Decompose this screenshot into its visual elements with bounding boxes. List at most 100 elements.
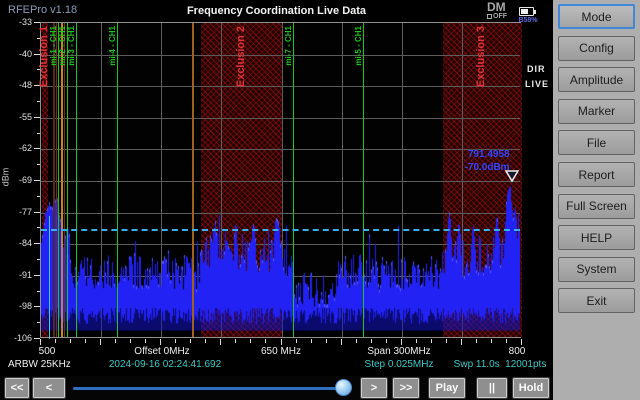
y-tick-label: -48 [4, 80, 32, 90]
y-tick-label: -98 [4, 301, 32, 311]
y-tick-minor [37, 101, 40, 102]
pause-button[interactable]: || [477, 378, 507, 398]
sidebar-button-exit[interactable]: Exit [558, 288, 635, 313]
play-button[interactable]: Play [429, 378, 465, 398]
x-tick-mark [371, 339, 372, 343]
x-tick-mark [386, 339, 387, 343]
transport-bar: << < > >> Play || Hold [0, 376, 553, 400]
x-tick-mark [235, 339, 236, 343]
fast-forward-button[interactable]: >> [393, 378, 419, 398]
y-tick-label: -40 [4, 49, 32, 59]
channel-marker-line [363, 23, 364, 337]
battery-icon [519, 7, 534, 16]
y-tick-label: -106 [4, 333, 32, 343]
y-tick-label: -77 [4, 207, 32, 217]
y-tick-label: -55 [4, 112, 32, 122]
sidebar-button-config[interactable]: Config [558, 36, 635, 61]
channel-marker-label: mi-5 - CH1 [354, 26, 363, 66]
x-label-end: 800 [497, 346, 537, 357]
y-tick-minor [37, 196, 40, 197]
timestamp-readout: 2024-09-16 02:24:41.692 [85, 359, 245, 370]
y-axis-unit-label: dBm [0, 168, 10, 187]
spectrum-trace [41, 23, 520, 337]
channel-marker-line [293, 23, 294, 337]
exclusion-zone-label: Exclusion 3 [475, 26, 487, 87]
sidebar-button-file[interactable]: File [558, 130, 635, 155]
y-tick-minor [37, 259, 40, 260]
x-label-start: 500 [27, 346, 67, 357]
y-tick-mark [34, 243, 40, 244]
sidebar-button-mode[interactable]: Mode [558, 4, 635, 29]
sweep-cursor [49, 216, 50, 339]
step-back-button[interactable]: < [33, 378, 65, 398]
x-tick-mark [431, 339, 432, 343]
x-tick-mark [461, 339, 462, 345]
dm-checkbox-icon [487, 14, 492, 19]
aux-frequency-line [61, 23, 63, 337]
channel-marker-label: mi-7 - CH1 [284, 26, 293, 66]
spectrum-plot[interactable]: 791.4958 -70.0dBm Exclusion 1Exclusion 2… [40, 22, 521, 338]
x-tick-mark [265, 339, 266, 343]
y-tick-minor [37, 227, 40, 228]
x-tick-mark [220, 339, 221, 345]
x-tick-mark [506, 339, 507, 343]
x-tick-mark [521, 339, 522, 345]
marker-amplitude-readout: -70.0dBm [428, 162, 510, 173]
y-tick-minor [37, 164, 40, 165]
x-tick-mark [85, 339, 86, 343]
sweep-readout: Swp 11.0s 12001pts [440, 359, 560, 370]
x-tick-mark [190, 339, 191, 343]
y-tick-mark [34, 22, 40, 23]
dm-off-icon[interactable]: DM OFF [487, 2, 513, 22]
y-tick-label: -33 [4, 17, 32, 27]
step-forward-button[interactable]: > [361, 378, 387, 398]
slider-thumb[interactable] [335, 379, 352, 396]
dir-indicator: DIR [527, 64, 546, 74]
dm-icon-label: DM [487, 2, 513, 12]
rbw-readout: ARBW 25KHz [8, 359, 71, 370]
timeline-slider[interactable] [73, 387, 352, 390]
battery-tip [534, 10, 536, 14]
spectrum-analyzer-app: RFEPro v1.18 Frequency Coordination Live… [0, 0, 640, 400]
sidebar-button-marker[interactable]: Marker [558, 99, 635, 124]
live-indicator: LIVE [525, 79, 549, 89]
y-tick-mark [34, 212, 40, 213]
channel-marker-line [58, 23, 59, 337]
y-tick-label: -91 [4, 270, 32, 280]
sidebar-button-help[interactable]: HELP [558, 225, 635, 250]
peak-marker-icon[interactable] [504, 169, 520, 183]
x-tick-mark [175, 339, 176, 343]
aux-frequency-line [56, 23, 57, 337]
channel-marker-label: mi-1 - CH1 [49, 26, 58, 66]
sidebar-button-system[interactable]: System [558, 257, 635, 282]
x-tick-mark [281, 339, 282, 345]
sidebar-button-amplitude[interactable]: Amplitude [558, 67, 635, 92]
x-tick-mark [55, 339, 56, 343]
hold-button[interactable]: Hold [513, 378, 549, 398]
y-tick-label: -62 [4, 143, 32, 153]
sidebar-button-full-screen[interactable]: Full Screen [558, 194, 635, 219]
y-tick-mark [34, 117, 40, 118]
y-tick-minor [37, 133, 40, 134]
y-tick-minor [37, 322, 40, 323]
rewind-button[interactable]: << [5, 378, 29, 398]
exclusion-zone-label: Exclusion 2 [235, 26, 247, 87]
sidebar-button-report[interactable]: Report [558, 162, 635, 187]
x-tick-mark [70, 339, 71, 343]
x-tick-mark [401, 339, 402, 345]
marker-frequency-readout: 791.4958 [428, 149, 510, 160]
aux-frequency-line [192, 23, 194, 337]
x-tick-mark [205, 339, 206, 343]
aux-frequency-line [64, 23, 65, 337]
y-tick-label: -84 [4, 238, 32, 248]
x-tick-mark [326, 339, 327, 343]
y-tick-mark [34, 180, 40, 181]
threshold-line [41, 229, 520, 231]
x-tick-mark [416, 339, 417, 343]
y-tick-mark [34, 148, 40, 149]
x-tick-mark [341, 339, 342, 345]
x-tick-mark [356, 339, 357, 343]
channel-marker-label: mi-4 - CH1 [108, 26, 117, 66]
y-tick-mark [34, 275, 40, 276]
x-tick-mark [491, 339, 492, 343]
